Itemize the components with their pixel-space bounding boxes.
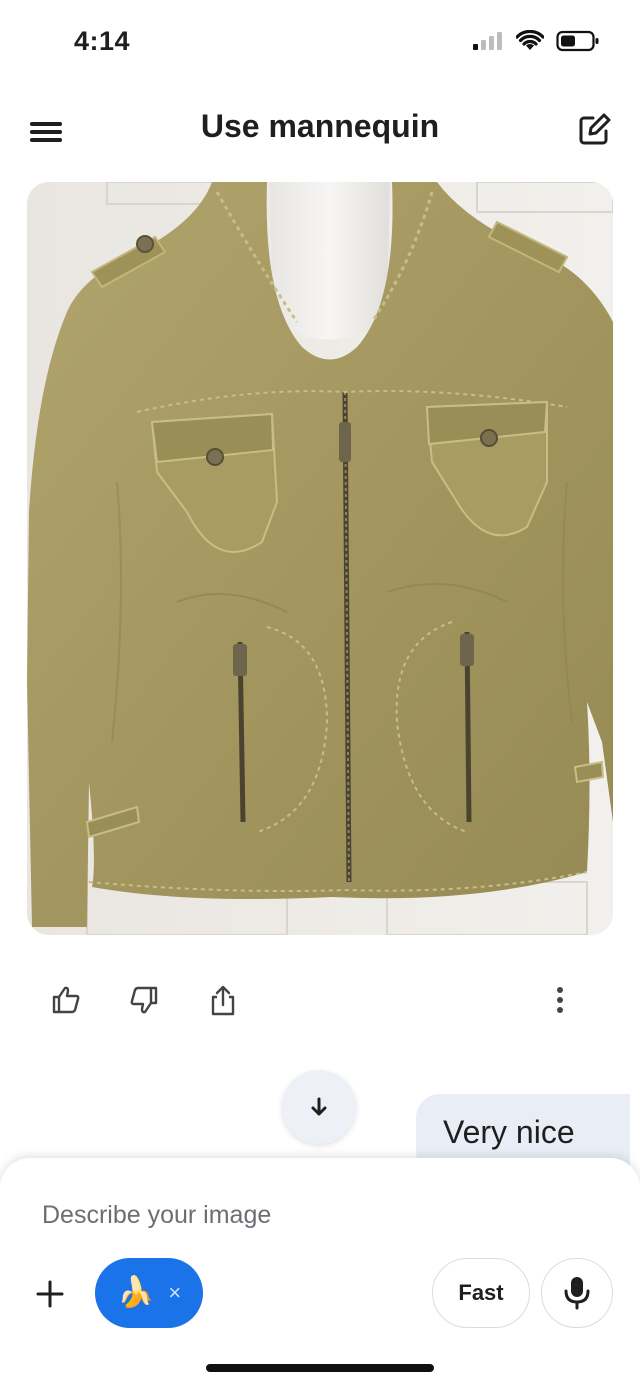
edit-icon: [579, 113, 611, 145]
status-bar: 4:14: [0, 0, 640, 86]
more-vert-icon: [557, 987, 563, 1013]
add-attachment-button[interactable]: [30, 1274, 70, 1314]
thumbs-down-button[interactable]: [124, 980, 164, 1020]
status-icons: [472, 30, 600, 52]
generated-image[interactable]: [27, 182, 613, 935]
close-icon[interactable]: ×: [168, 1280, 181, 1306]
prompt-input[interactable]: [40, 1196, 584, 1234]
thumbs-down-icon: [130, 986, 158, 1014]
cellular-signal-icon: [473, 32, 502, 50]
share-icon: [211, 985, 235, 1016]
banana-icon: 🍌: [117, 1276, 155, 1309]
more-options-button[interactable]: [540, 980, 580, 1020]
arrow-down-icon: [311, 1097, 327, 1116]
share-button[interactable]: [203, 980, 243, 1020]
voice-input-button[interactable]: [541, 1258, 613, 1328]
battery-icon: [556, 30, 599, 52]
response-actions: [0, 980, 640, 1024]
wifi-icon: [516, 30, 544, 50]
home-indicator: [206, 1364, 434, 1372]
prompt-composer: 🍌 × Fast: [0, 1158, 640, 1386]
thumbs-up-button[interactable]: [46, 980, 86, 1020]
scroll-to-bottom-button[interactable]: [282, 1070, 356, 1144]
jacket-image: [27, 182, 613, 935]
app-header: Use mannequin: [0, 96, 640, 166]
new-chat-button[interactable]: [576, 112, 612, 148]
status-time: 4:14: [74, 26, 131, 56]
image-tool-chip[interactable]: 🍌 ×: [95, 1258, 203, 1328]
thumbs-up-icon: [52, 986, 80, 1014]
page-title: Use mannequin: [200, 108, 440, 144]
mode-selector-button[interactable]: Fast: [432, 1258, 530, 1328]
plus-icon: [36, 1280, 64, 1308]
mic-icon: [564, 1277, 590, 1310]
